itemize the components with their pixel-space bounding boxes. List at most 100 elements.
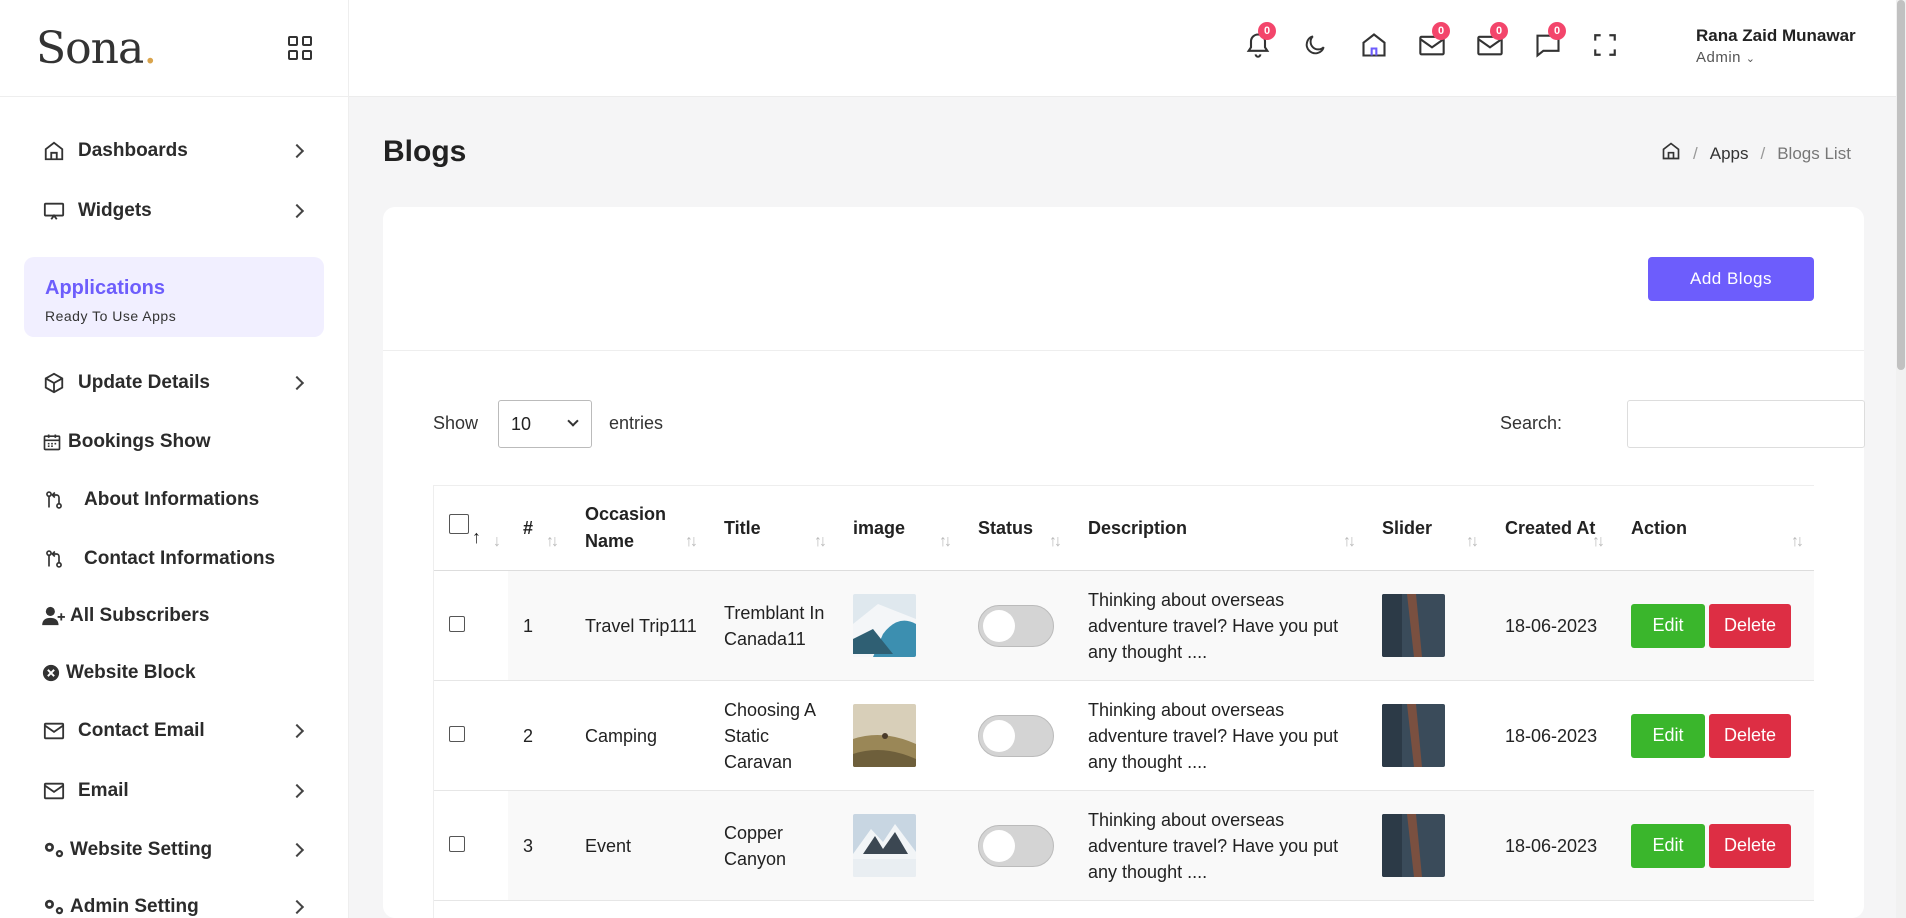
- row-occasion: Event: [570, 790, 709, 901]
- table-row: 3 Event Copper Canyon Thinking about ove…: [434, 790, 1814, 901]
- sort-icon: ↑↓: [1049, 533, 1062, 550]
- chevron-right-icon: [289, 783, 305, 799]
- row-checkbox[interactable]: [449, 835, 465, 852]
- apps-grid-icon[interactable]: [288, 36, 312, 60]
- delete-button[interactable]: Delete: [1709, 603, 1791, 648]
- sidebar-menu: Dashboards Widgets Applications Ready To…: [0, 97, 348, 918]
- search-label: Search:: [1500, 413, 1563, 433]
- edit-button[interactable]: Edit: [1631, 603, 1705, 648]
- dark-mode-toggle[interactable]: [1302, 30, 1360, 64]
- table-row: 2 Camping Choosing A Static Caravan Thin…: [434, 680, 1814, 791]
- show-label: Show: [433, 413, 479, 433]
- row-created-at: 18-06-2023: [1490, 570, 1616, 681]
- select-all-header[interactable]: ↑ ↓: [434, 485, 508, 571]
- sidebar-item-email[interactable]: Email: [0, 761, 348, 821]
- sidebar-item-contact-email[interactable]: Contact Email: [0, 701, 348, 761]
- sort-icon: ↑↓: [1343, 533, 1356, 550]
- sidebar-item-dashboards[interactable]: Dashboards: [0, 121, 348, 181]
- gears-icon: [42, 838, 66, 862]
- notifications-button[interactable]: 0: [1244, 22, 1302, 64]
- page-title: Blogs: [383, 135, 467, 168]
- chevron-right-icon: [289, 842, 305, 857]
- blog-image-thumbnail[interactable]: [853, 704, 916, 767]
- row-number: 1: [508, 570, 570, 681]
- col-image[interactable]: image ↑↓: [838, 485, 963, 571]
- edit-button[interactable]: Edit: [1631, 823, 1705, 868]
- sort-icon: ↓: [493, 533, 501, 550]
- blogs-table: ↑ ↓ # ↑↓ Occasion Name ↑↓ Title ↑↓ image ↑↓ S…: [434, 485, 1814, 901]
- status-toggle[interactable]: [978, 604, 1054, 647]
- search-input[interactable]: [1627, 400, 1865, 448]
- sidebar-item-about-informations[interactable]: About Informations: [0, 470, 348, 530]
- applications-card[interactable]: Applications Ready To Use Apps: [24, 257, 324, 337]
- sidebar-item-update-details[interactable]: Update Details: [0, 353, 348, 413]
- col-title[interactable]: Title ↑↓: [709, 485, 838, 571]
- status-toggle[interactable]: [978, 714, 1054, 757]
- sidebar-item-all-subscribers[interactable]: All Subscribers: [0, 587, 348, 644]
- chevron-right-icon: [289, 899, 305, 914]
- sidebar-item-widgets[interactable]: Widgets: [0, 181, 348, 241]
- select-all-checkbox[interactable]: [449, 514, 469, 534]
- chat-badge: 0: [1548, 22, 1566, 40]
- slider-image-thumbnail[interactable]: [1382, 704, 1445, 767]
- row-created-at: 18-06-2023: [1490, 680, 1616, 791]
- edit-button[interactable]: Edit: [1631, 713, 1705, 758]
- sidebar-item-website-setting[interactable]: Website Setting: [0, 821, 348, 878]
- col-slider[interactable]: Slider ↑↓: [1367, 485, 1490, 571]
- fullscreen-button[interactable]: [1592, 30, 1650, 64]
- breadcrumb-home-icon[interactable]: [1661, 141, 1681, 166]
- row-checkbox[interactable]: [449, 725, 465, 742]
- blog-image-thumbnail[interactable]: [853, 814, 916, 877]
- notifications-badge: 0: [1258, 22, 1276, 40]
- sort-icon: ↑↓: [1592, 533, 1605, 550]
- brand-logo[interactable]: Sona.: [36, 23, 157, 74]
- row-description: Thinking about overseas adventure travel…: [1073, 680, 1367, 791]
- row-title: Copper Canyon: [709, 790, 838, 901]
- moon-icon: [1302, 32, 1328, 63]
- chevron-right-icon: [289, 375, 305, 391]
- col-description[interactable]: Description ↑↓: [1073, 485, 1367, 571]
- table-header-row: ↑ ↓ # ↑↓ Occasion Name ↑↓ Title ↑↓ image ↑↓ S…: [434, 485, 1814, 571]
- slider-image-thumbnail[interactable]: [1382, 594, 1445, 657]
- col-status[interactable]: Status ↑↓: [963, 485, 1073, 571]
- entries-label: entries: [609, 413, 664, 433]
- home-button[interactable]: [1360, 30, 1418, 64]
- delete-button[interactable]: Delete: [1709, 713, 1791, 758]
- home-icon: [42, 139, 66, 163]
- col-action[interactable]: Action ↑↓: [1616, 485, 1814, 571]
- fullscreen-icon: [1592, 32, 1618, 63]
- col-created-at[interactable]: Created At ↑↓: [1490, 485, 1616, 571]
- blogs-table-wrap: ↑ ↓ # ↑↓ Occasion Name ↑↓ Title ↑↓ image ↑↓ S…: [433, 485, 1814, 918]
- blog-image-thumbnail[interactable]: [853, 594, 916, 657]
- sidebar-item-website-block[interactable]: Website Block: [0, 644, 348, 701]
- sort-icon: ↑↓: [939, 533, 952, 550]
- entries-select[interactable]: 10: [498, 400, 592, 448]
- home-icon: [1360, 31, 1388, 64]
- user-menu[interactable]: Rana Zaid Munawar Admin ⌄: [1696, 26, 1856, 66]
- slider-image-thumbnail[interactable]: [1382, 814, 1445, 877]
- page-scrollbar-thumb[interactable]: [1897, 0, 1905, 370]
- chat-button[interactable]: 0: [1534, 22, 1592, 64]
- brand-bar: Sona.: [0, 0, 348, 97]
- col-occasion-name[interactable]: Occasion Name ↑↓: [570, 485, 709, 571]
- add-blogs-button[interactable]: Add Blogs: [1648, 257, 1814, 301]
- messages-badge: 0: [1432, 22, 1450, 40]
- sidebar: Sona. Dashboards Widgets Applications Re…: [0, 0, 349, 918]
- sidebar-item-bookings-show[interactable]: Bookings Show: [0, 413, 348, 470]
- row-description: Thinking about overseas adventure travel…: [1073, 790, 1367, 901]
- row-checkbox[interactable]: [449, 615, 465, 632]
- sidebar-item-contact-informations[interactable]: Contact Informations: [0, 530, 348, 587]
- breadcrumb-apps[interactable]: Apps: [1710, 144, 1749, 164]
- sidebar-item-admin-setting[interactable]: Admin Setting: [0, 878, 348, 918]
- mail-button[interactable]: 0: [1476, 22, 1534, 64]
- row-title: Choosing A Static Caravan: [709, 680, 838, 791]
- git-compare-icon: [42, 547, 66, 571]
- status-toggle[interactable]: [978, 824, 1054, 867]
- row-title: Tremblant In Canada11: [709, 570, 838, 681]
- top-header: 0 0 0 0 Rana Zaid Munawar Admin ⌄: [349, 0, 1906, 97]
- delete-button[interactable]: Delete: [1709, 823, 1791, 868]
- box-icon: [42, 371, 66, 395]
- card-header: Add Blogs: [383, 207, 1864, 351]
- messages-button[interactable]: 0: [1418, 22, 1476, 64]
- col-number[interactable]: # ↑↓: [508, 485, 570, 571]
